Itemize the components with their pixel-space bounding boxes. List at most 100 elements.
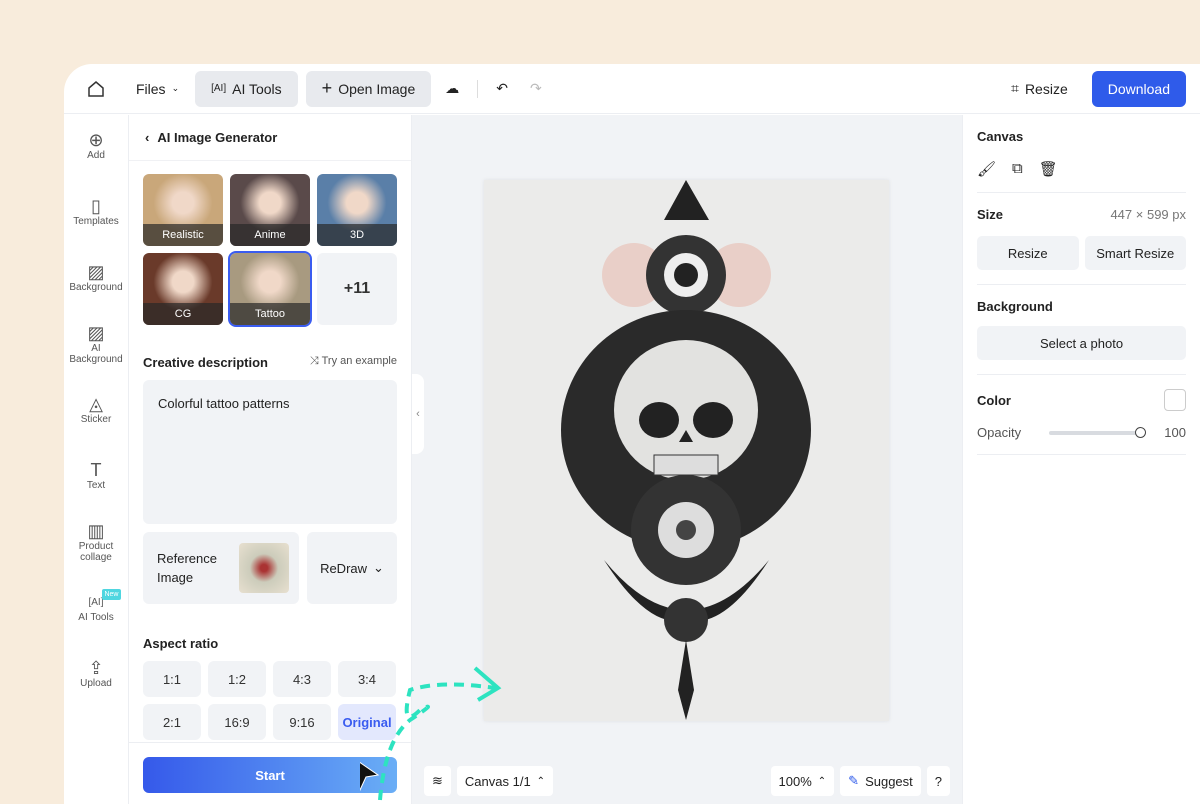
size-label: Size [977,207,1004,222]
zoom-select[interactable]: 100% ⌃ [770,766,835,796]
undo-icon[interactable]: ↶ [496,80,508,97]
chevron-up-icon: ⌃ [817,775,827,787]
description-input[interactable]: Colorful tattoo patterns [143,380,397,524]
rail-label: AI Background [69,342,123,365]
download-button[interactable]: Download [1091,70,1186,107]
rail-label: Add [87,150,105,161]
smart-resize-button[interactable]: Smart Resize [1084,236,1186,270]
style-label: Tattoo [230,303,310,325]
reference-label: Reference Image [157,551,217,585]
aspect-ratio-grid: 1:1 1:2 4:3 3:4 2:1 16:9 9:16 Original [143,661,397,740]
resize-canvas-button[interactable]: Resize [977,236,1079,270]
canvas-title: Canvas [977,129,1024,144]
reference-thumbnail[interactable] [239,543,289,593]
cloud-icon[interactable]: ☁ [445,80,459,97]
divider [477,79,479,98]
rail-item-text[interactable]: T Text [64,445,128,511]
upload-icon: ⇪ [88,658,104,678]
style-tattoo[interactable]: Tattoo [228,251,312,327]
canvas-image[interactable] [484,180,889,721]
chevron-down-icon: ⌄ [373,560,384,575]
ratio-option[interactable]: 16:9 [208,704,266,740]
select-photo-button[interactable]: Select a photo [977,326,1186,360]
ai-background-icon: ▨ [87,322,105,343]
redraw-select[interactable]: ReDraw ⌄ [307,532,397,604]
rail-label: AI Tools [78,612,114,623]
redraw-label: ReDraw [320,560,368,576]
help-button[interactable]: ? [926,766,950,796]
files-menu[interactable]: Files ⌄ [120,71,195,107]
opacity-label: Opacity [977,425,1022,440]
rail-label: Sticker [80,414,112,425]
background-icon: ▨ [87,262,105,282]
style-realistic[interactable]: Realistic [143,174,223,246]
chevron-up-icon: ⌃ [536,775,546,787]
style-label: Anime [230,224,310,246]
top-toolbar: Files ⌄ [AI] AI Tools + Open Image ☁ ↶ ↷ ⌗ R… [64,64,1200,114]
trash-icon[interactable]: 🗑︎ [1039,160,1058,178]
redo-icon[interactable]: ↷ [530,80,542,97]
templates-icon: ▯ [91,196,101,216]
zoom-label: 100% [778,773,812,789]
style-label: Realistic [143,224,223,246]
open-image-label: Open Image [338,80,416,97]
ai-tools-icon: [AI] New [88,589,121,608]
ai-tools-button[interactable]: [AI] AI Tools [195,70,298,107]
decorative-arrow [360,666,502,801]
reference-image-box[interactable]: Reference Image [143,532,299,604]
suggest-button[interactable]: ✎ Suggest [840,766,921,796]
download-label: Download [1107,80,1170,97]
desc-title: Creative description [143,355,268,370]
panel-header[interactable]: ‹ AI Image Generator [129,115,411,161]
rail-label: Text [86,480,106,491]
background-label: Background [977,299,1053,314]
slider-handle[interactable] [1135,426,1146,438]
try-example-label: Try an example [321,355,397,367]
rail-item-ai-tools[interactable]: [AI] New AI Tools [64,577,128,643]
ratio-option[interactable]: 1:2 [208,661,266,697]
style-grid: Realistic Anime 3D CG Tattoo +11 [129,161,411,327]
ratio-option[interactable]: 1:1 [143,661,201,697]
ratio-option[interactable]: 4:3 [273,661,331,697]
duplicate-icon[interactable]: ⧉ [1012,160,1023,178]
resize-button[interactable]: ⌗ Resize [995,71,1084,107]
tattoo-skull-artwork [561,180,811,720]
ratio-option[interactable]: 2:1 [143,704,201,740]
color-swatch[interactable] [1164,389,1186,411]
open-image-button[interactable]: + Open Image [305,70,432,107]
paint-icon[interactable]: 🖌︎ [977,160,996,178]
try-example-link[interactable]: ⤨ Try an example [310,355,397,370]
crop-icon: ⌗ [1011,80,1019,96]
plus-circle-icon: ⊕ [88,130,104,150]
ratio-option[interactable]: 9:16 [273,704,331,740]
color-label: Color [977,392,1011,408]
style-3d[interactable]: 3D [317,174,397,246]
left-rail: ⊕ Add ▯ Templates ▨ Background ▨ AI Background ◬… [64,115,129,804]
resize-label: Resize [1024,80,1068,97]
rail-item-ai-background[interactable]: ▨ AI Background [64,313,128,379]
start-button[interactable]: Start [143,757,397,793]
suggest-label: Suggest [865,773,913,789]
canvas-zoom-controls: 100% ⌃ ✎ Suggest ? [770,766,950,796]
style-anime[interactable]: Anime [230,174,310,246]
rail-item-product-collage[interactable]: ▥ Product collage [64,511,128,577]
ai-icon: [AI] [211,83,227,94]
panel-title: AI Image Generator [157,130,278,145]
rail-item-sticker[interactable]: ◬ Sticker [64,379,128,445]
collapse-panel-handle[interactable]: ‹ [412,374,424,454]
rail-label: Product collage [78,540,114,563]
rail-item-add[interactable]: ⊕ Add [64,115,128,181]
rail-item-background[interactable]: ▨ Background [64,247,128,313]
rail-item-upload[interactable]: ⇪ Upload [64,643,128,709]
size-value: 447 × 599 px [1110,207,1186,222]
more-styles-button[interactable]: +11 [317,253,397,325]
properties-panel: Canvas 🖌︎ ⧉ 🗑︎ Size 447 × 599 px Resize Smar… [962,115,1200,804]
style-cg[interactable]: CG [143,253,223,325]
rail-item-templates[interactable]: ▯ Templates [64,181,128,247]
ai-tools-label: AI Tools [232,80,282,97]
opacity-slider[interactable] [1049,426,1146,438]
home-icon[interactable] [84,79,108,99]
back-icon[interactable]: ‹ [145,130,149,145]
sticker-icon: ◬ [89,394,103,414]
text-icon: T [90,460,102,480]
